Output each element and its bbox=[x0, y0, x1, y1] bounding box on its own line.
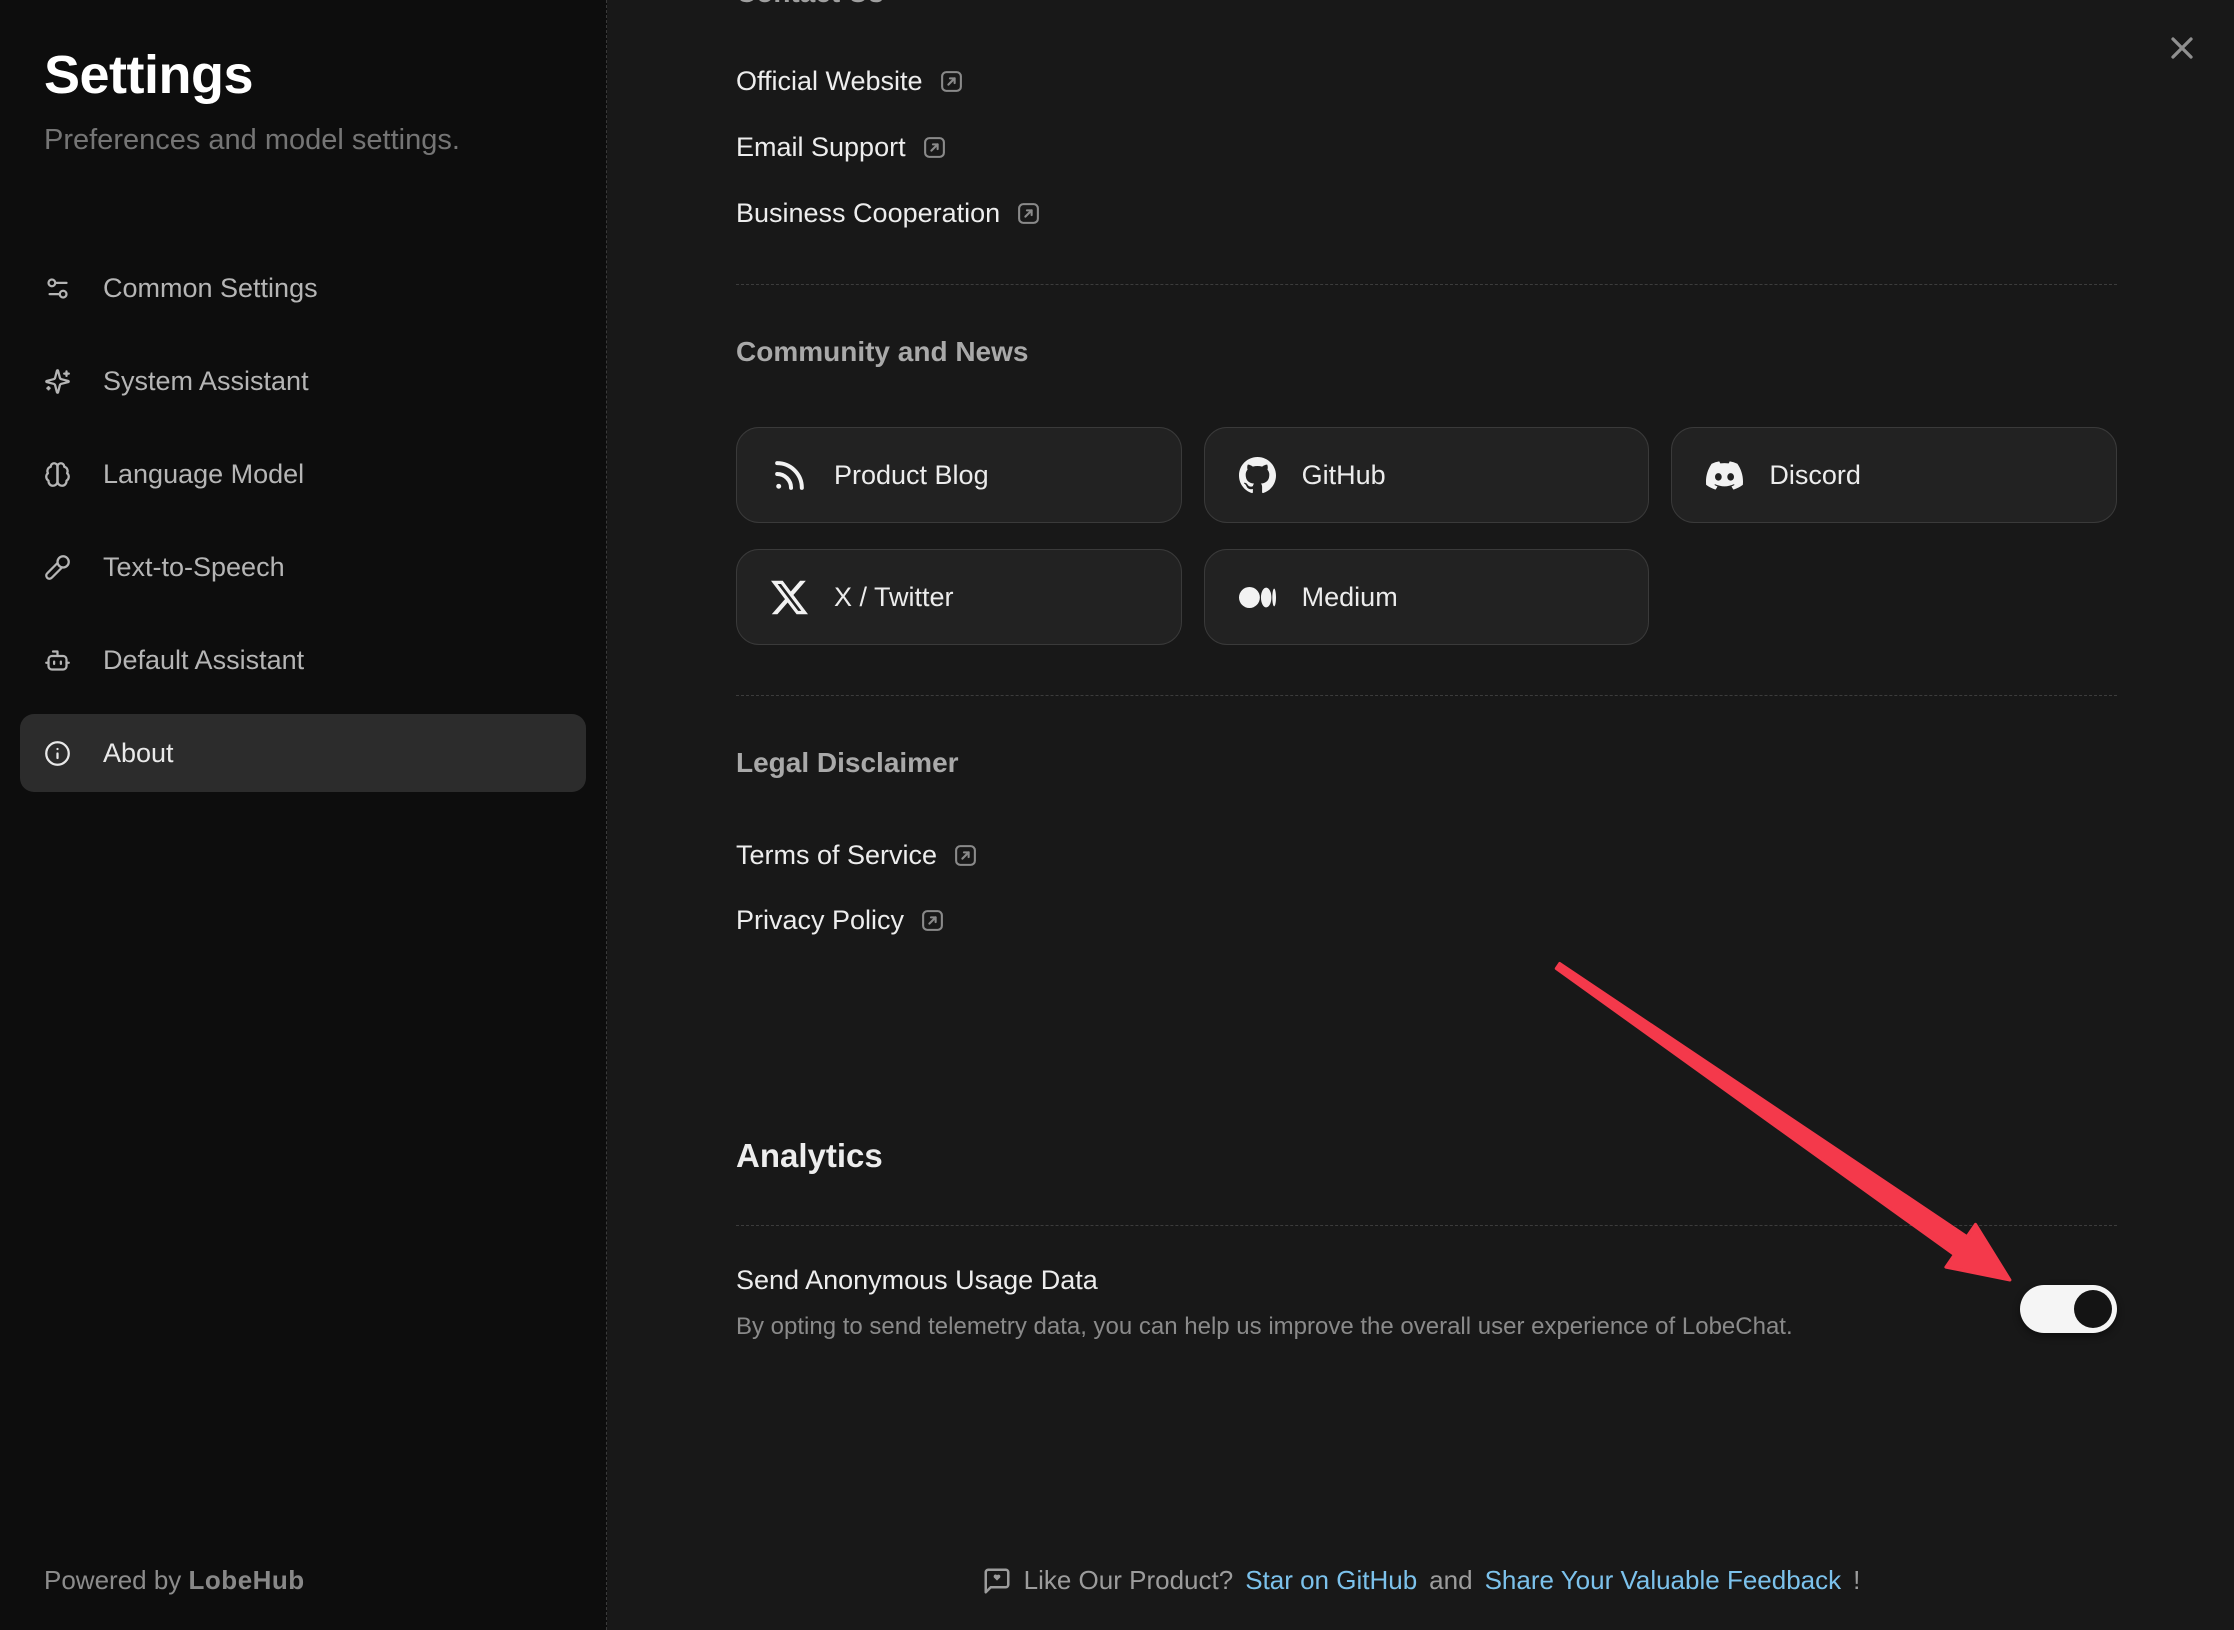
heart-message-icon bbox=[982, 1566, 1012, 1596]
sidebar-item-text-to-speech[interactable]: Text-to-Speech bbox=[20, 528, 586, 606]
external-link-icon bbox=[939, 69, 964, 94]
medium-icon bbox=[1239, 579, 1276, 616]
sliders-icon bbox=[44, 275, 71, 302]
feedback-link[interactable]: Share Your Valuable Feedback bbox=[1485, 1565, 1842, 1596]
powered-by: Powered by LobeHub bbox=[44, 1565, 305, 1596]
x-twitter-icon bbox=[771, 579, 808, 616]
brain-icon bbox=[44, 461, 71, 488]
link-business-cooperation[interactable]: Business Cooperation bbox=[736, 193, 1041, 233]
settings-sidebar: Settings Preferences and model settings.… bbox=[0, 0, 607, 1630]
star-on-github-link[interactable]: Star on GitHub bbox=[1245, 1565, 1417, 1596]
sidebar-item-label: System Assistant bbox=[103, 366, 309, 397]
link-privacy-policy[interactable]: Privacy Policy bbox=[736, 900, 945, 940]
divider bbox=[736, 1225, 2117, 1226]
discord-icon bbox=[1706, 457, 1743, 494]
footer-text: and bbox=[1429, 1565, 1472, 1596]
sidebar-item-default-assistant[interactable]: Default Assistant bbox=[20, 621, 586, 699]
toggle-knob bbox=[2074, 1290, 2112, 1328]
link-email-support[interactable]: Email Support bbox=[736, 127, 947, 167]
footer-text: Like Our Product? bbox=[1024, 1565, 1234, 1596]
usage-data-setting: Send Anonymous Usage Data By opting to s… bbox=[736, 1260, 2117, 1342]
button-github[interactable]: GitHub bbox=[1204, 427, 1650, 523]
lobehub-brand[interactable]: LobeHub bbox=[189, 1565, 305, 1595]
button-medium[interactable]: Medium bbox=[1204, 549, 1650, 645]
sparkles-icon bbox=[44, 368, 71, 395]
link-official-website[interactable]: Official Website bbox=[736, 61, 964, 101]
product-footer: Like Our Product? Star on GitHub and Sha… bbox=[608, 1565, 2234, 1596]
usage-data-description: By opting to send telemetry data, you ca… bbox=[736, 1312, 1896, 1342]
community-buttons: Product Blog GitHub Discord X / Twitter … bbox=[736, 427, 2117, 645]
sidebar-item-label: About bbox=[103, 738, 174, 769]
close-button[interactable] bbox=[2160, 26, 2204, 70]
community-heading: Community and News bbox=[736, 335, 2117, 369]
mic-icon bbox=[44, 554, 71, 581]
footer-text: ! bbox=[1853, 1565, 1860, 1596]
usage-data-toggle[interactable] bbox=[2020, 1285, 2117, 1333]
sidebar-item-common-settings[interactable]: Common Settings bbox=[20, 249, 586, 327]
info-icon bbox=[44, 740, 71, 767]
usage-data-label: Send Anonymous Usage Data bbox=[736, 1260, 2117, 1300]
analytics-heading: Analytics bbox=[736, 1136, 2117, 1176]
external-link-icon bbox=[953, 843, 978, 868]
page-subtitle: Preferences and model settings. bbox=[44, 120, 562, 160]
divider bbox=[736, 695, 2117, 696]
button-discord[interactable]: Discord bbox=[1671, 427, 2117, 523]
sidebar-item-label: Common Settings bbox=[103, 273, 318, 304]
sidebar-item-label: Language Model bbox=[103, 459, 304, 490]
contact-heading: Contact Us bbox=[736, 0, 2117, 10]
about-panel: Contact Us Official Website Email Suppor… bbox=[608, 0, 2234, 1630]
button-product-blog[interactable]: Product Blog bbox=[736, 427, 1182, 523]
github-icon bbox=[1239, 457, 1276, 494]
sidebar-item-language-model[interactable]: Language Model bbox=[20, 435, 586, 513]
rss-icon bbox=[771, 457, 808, 494]
button-x-twitter[interactable]: X / Twitter bbox=[736, 549, 1182, 645]
page-title: Settings bbox=[44, 44, 562, 106]
settings-nav: Common Settings System Assistant Languag… bbox=[20, 249, 586, 792]
bot-icon bbox=[44, 647, 71, 674]
divider bbox=[736, 284, 2117, 285]
external-link-icon bbox=[920, 908, 945, 933]
legal-heading: Legal Disclaimer bbox=[736, 746, 2117, 780]
sidebar-item-label: Default Assistant bbox=[103, 645, 304, 676]
link-terms-of-service[interactable]: Terms of Service bbox=[736, 835, 978, 875]
sidebar-item-about[interactable]: About bbox=[20, 714, 586, 792]
external-link-icon bbox=[1016, 201, 1041, 226]
sidebar-item-label: Text-to-Speech bbox=[103, 552, 285, 583]
external-link-icon bbox=[922, 135, 947, 160]
sidebar-item-system-assistant[interactable]: System Assistant bbox=[20, 342, 586, 420]
close-icon bbox=[2164, 30, 2200, 66]
